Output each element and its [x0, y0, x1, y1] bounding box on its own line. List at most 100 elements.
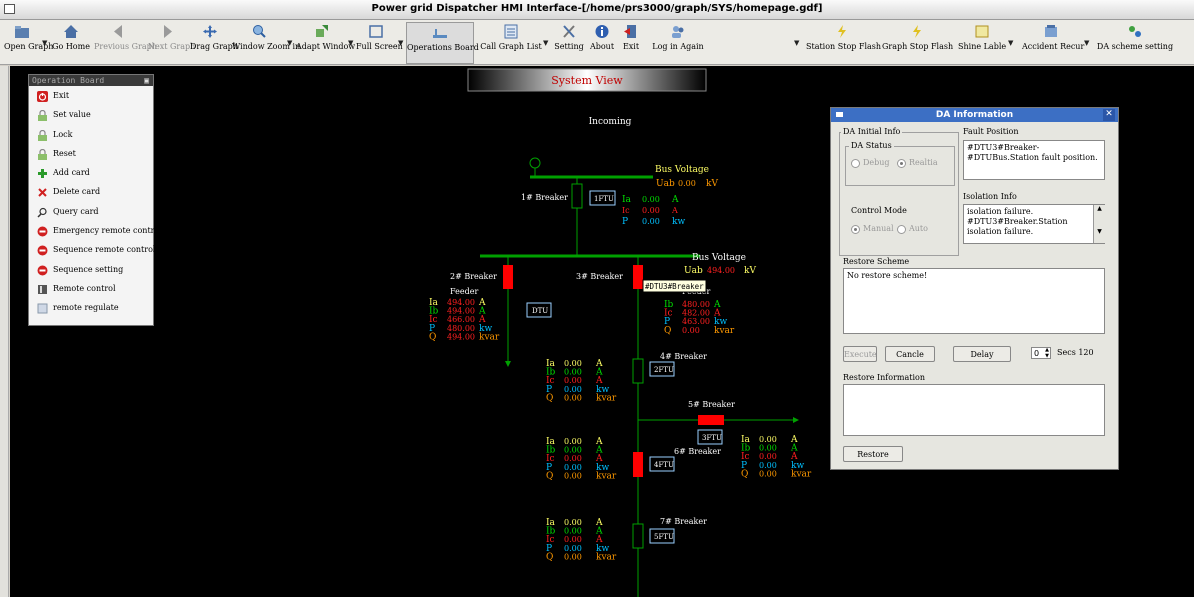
accident-dropdown-icon[interactable]: ▼ [1084, 39, 1089, 47]
execute-button[interactable]: Execute [843, 346, 877, 362]
close-icon[interactable]: ✕ [1103, 109, 1115, 121]
open-graph-button[interactable]: Open Graph [4, 22, 53, 62]
login-dropdown-icon[interactable]: ▼ [794, 39, 799, 47]
shine-lable-button[interactable]: Shine Lable [958, 22, 1006, 62]
reading-unit: kvar [479, 332, 500, 342]
scroll-up-icon[interactable]: ▲ [1094, 205, 1105, 212]
full-screen-button[interactable]: Full Screen [356, 22, 403, 62]
op-board-item-label: Set value [53, 110, 91, 120]
restore-information-text[interactable] [843, 384, 1105, 436]
op-board-item[interactable]: remote regulate [29, 298, 153, 317]
op-board-item-label: Emergency remote control [53, 226, 162, 236]
b1-ic-label: Ic [622, 206, 630, 215]
da-status-label: DA Status [849, 141, 894, 150]
operations-board-button[interactable]: Operations Board [406, 22, 479, 64]
manual-radio[interactable]: Manual [851, 224, 894, 234]
breaker2-symbol[interactable] [503, 265, 513, 289]
operation-board-list: Exit Set value Lock Reset Add card Delete car… [29, 86, 162, 318]
op-board-item[interactable]: Sequence remote control [29, 240, 155, 259]
isolation-scrollbar[interactable]: ▲ ▼ [1093, 205, 1105, 243]
adapt-dropdown-icon[interactable]: ▼ [348, 39, 353, 47]
breaker7-symbol[interactable] [632, 523, 644, 549]
ftu2-label: 2FTU [654, 366, 674, 374]
op-board-item-label: Query card [53, 206, 99, 216]
op-board-item[interactable]: Lock [29, 125, 153, 144]
op-board-item[interactable]: Delete card [29, 182, 153, 201]
cancle-button[interactable]: Cancle [885, 346, 935, 362]
system-view-title: System View [551, 74, 623, 87]
shine-dropdown-icon[interactable]: ▼ [1008, 39, 1013, 47]
breaker1-symbol[interactable] [571, 183, 583, 209]
da-window-titlebar[interactable]: DA Information ✕ [831, 108, 1118, 122]
op-board-item[interactable]: Reset [29, 144, 153, 163]
debug-radio[interactable]: Debug [851, 158, 890, 168]
manual-label: Manual [863, 224, 894, 233]
op-board-item[interactable]: Sequence setting [29, 260, 153, 279]
restore-button[interactable]: Restore [843, 446, 903, 462]
bus2-label: Bus Voltage [692, 253, 746, 263]
reading-unit: kvar [596, 471, 617, 481]
b1-ic-unit: A [671, 206, 678, 215]
breaker2-readings: Ia 494.00 AIb 494.00 AIc 466.00 AP 480.00 kwQ 494… [429, 298, 500, 342]
graph-list-dropdown-icon[interactable]: ▼ [543, 39, 548, 47]
da-information-window: DA Information ✕ DA Initial Info DA Stat… [830, 107, 1119, 470]
open-graph-dropdown-icon[interactable]: ▼ [42, 39, 47, 47]
ftu3-label: 3FTU [702, 434, 722, 442]
breaker6-label: 6# Breaker [674, 447, 721, 456]
graph-stop-flash-button[interactable]: Graph Stop Flash [882, 22, 953, 62]
exit-button[interactable]: Exit [618, 22, 644, 62]
go-home-button[interactable]: Go Home [50, 22, 92, 62]
op-board-item[interactable]: Add card [29, 163, 153, 182]
breaker5-symbol[interactable] [698, 415, 724, 425]
call-graph-list-button[interactable]: Call Graph List [480, 22, 542, 62]
window-zoom-in-button[interactable]: Window Zoom in [232, 22, 300, 62]
breaker6-symbol[interactable] [633, 452, 643, 477]
previous-graph-button[interactable]: Previous Graph [94, 22, 157, 62]
zoom-dropdown-icon[interactable]: ▼ [287, 39, 292, 47]
window-menu-icon[interactable] [836, 112, 843, 117]
breaker4-symbol[interactable] [632, 358, 644, 384]
op-board-item[interactable]: Emergency remote control [29, 221, 162, 240]
auto-radio[interactable]: Auto [897, 224, 928, 234]
op-board-item-label: remote regulate [53, 303, 119, 313]
op-board-item[interactable]: Exit [29, 86, 153, 105]
op-board-item[interactable]: Remote control [29, 279, 153, 298]
breaker5-readings: Ia 0.00 AIb 0.00 AIc 0.00 AP 0.00 kwQ 0.00 kvar [741, 435, 812, 479]
breaker3-symbol[interactable] [633, 265, 643, 289]
accident-recur-button[interactable]: Accident Recur [1022, 22, 1084, 62]
realtime-radio[interactable]: Realtia [897, 158, 938, 168]
restore-icon[interactable]: ▣ [144, 75, 149, 86]
restore-scheme-text[interactable]: No restore scheme! [843, 268, 1105, 334]
breaker2-feeder: Feeder [450, 287, 478, 296]
ftu1-label: 1FTU [594, 195, 614, 203]
adapt-window-button[interactable]: Adapt Window [296, 22, 355, 62]
delay-button[interactable]: Delay [953, 346, 1011, 362]
breaker6-readings: Ia 0.00 AIb 0.00 AIc 0.00 AP 0.00 kwQ 0.00 kvar [546, 437, 617, 481]
reading-value: 0.00 [564, 393, 582, 402]
fullscreen-dropdown-icon[interactable]: ▼ [398, 39, 403, 47]
about-button[interactable]: About [588, 22, 616, 62]
operation-board-panel: Operation Board ▣ Exit Set value Lock Reset… [28, 74, 162, 326]
breaker4-label: 4# Breaker [660, 352, 707, 361]
scroll-down-icon[interactable]: ▼ [1094, 228, 1105, 235]
isolation-info-content: isolation failure. #DTU3#Breaker.Station… [967, 207, 1068, 236]
breaker3-tooltip-text: #DTU3#Breaker [645, 282, 704, 291]
isolation-info-text[interactable]: isolation failure. #DTU3#Breaker.Station… [963, 204, 1105, 244]
next-graph-button[interactable]: Next Graph [148, 22, 195, 62]
spin-arrows-icon[interactable]: ▲ ▼ [1045, 347, 1049, 359]
drag-graph-button[interactable]: Drag Graph [190, 22, 238, 62]
login-again-button[interactable]: Log in Again [652, 22, 704, 62]
fault-position-text[interactable]: #DTU3#Breaker- #DTUBus.Station fault pos… [963, 140, 1105, 180]
cross-icon [37, 186, 48, 198]
setting-button[interactable]: Setting [552, 22, 586, 62]
restore-information-label: Restore Information [841, 373, 928, 382]
b1-p-unit: kw [672, 217, 685, 227]
station-stop-flash-button[interactable]: Station Stop Flash [806, 22, 881, 62]
operation-board-header[interactable]: Operation Board ▣ [29, 75, 153, 86]
op-board-item[interactable]: Set value [29, 105, 153, 124]
op-board-item[interactable]: Query card [29, 202, 153, 221]
delay-spinbox[interactable]: 0 ▲ ▼ [1031, 347, 1051, 359]
folder-icon [15, 26, 29, 38]
op-board-item-label: Lock [53, 129, 73, 139]
da-scheme-setting-button[interactable]: DA scheme setting [1096, 22, 1174, 62]
